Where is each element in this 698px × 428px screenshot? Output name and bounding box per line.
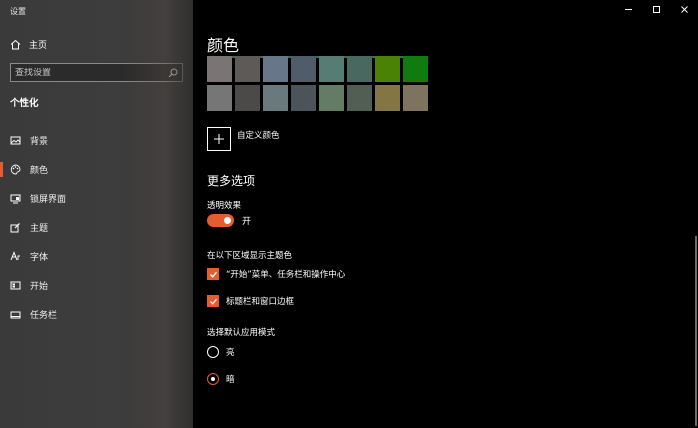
sidebar-nav: 背景 颜色 锁屏界面 主题 字体 开始 任务栏	[0, 126, 193, 329]
dark-mode-option[interactable]: 暗	[207, 373, 235, 385]
color-swatch[interactable]	[319, 56, 344, 82]
color-swatch[interactable]	[207, 56, 232, 82]
color-swatch[interactable]	[403, 56, 428, 82]
close-button[interactable]	[670, 0, 698, 18]
close-icon	[680, 5, 688, 13]
color-swatch[interactable]	[375, 85, 400, 111]
radio-label: 亮	[226, 348, 235, 358]
sidebar-item-label: 任务栏	[30, 311, 58, 321]
color-swatch[interactable]	[235, 85, 260, 111]
start-taskbar-accent-row: “开始”菜单、任务栏和操作中心	[207, 268, 345, 280]
radio-label: 暗	[226, 375, 235, 385]
color-swatch[interactable]	[319, 85, 344, 111]
sidebar-item-label: 主题	[30, 224, 49, 234]
section-title: 个性化	[10, 98, 39, 109]
home-label: 主页	[29, 41, 48, 51]
color-swatch[interactable]	[347, 56, 372, 82]
dark-mode-radio[interactable]	[207, 373, 219, 385]
sidebar-item-label: 颜色	[30, 166, 49, 176]
sidebar-item-label: 背景	[30, 137, 49, 147]
window-controls	[614, 0, 698, 18]
search-input[interactable]	[15, 67, 167, 78]
light-mode-radio[interactable]	[207, 346, 219, 358]
maximize-icon	[652, 5, 660, 13]
checkmark-icon	[209, 271, 217, 278]
palette-icon	[10, 164, 21, 175]
taskbar-icon	[10, 309, 21, 320]
main-panel: 颜色 自定义颜色 更多选项 透明效果 开 在以下区域显示主题色 “开始”菜单、任…	[193, 0, 698, 428]
color-swatch[interactable]	[291, 85, 316, 111]
scrollbar[interactable]	[695, 236, 697, 426]
lock-screen-icon	[10, 193, 21, 204]
sidebar-item-themes[interactable]: 主题	[0, 213, 193, 242]
home-nav-item[interactable]: 主页	[10, 38, 47, 51]
checkbox-label: 标题栏和窗口边框	[226, 297, 295, 307]
color-swatch[interactable]	[263, 56, 288, 82]
sidebar-item-colors[interactable]: 颜色	[0, 155, 193, 184]
plus-icon	[207, 127, 231, 151]
transparency-toggle[interactable]	[207, 214, 234, 227]
color-swatch[interactable]	[375, 56, 400, 82]
minimize-button[interactable]	[614, 0, 642, 18]
color-swatch[interactable]	[291, 56, 316, 82]
checkmark-icon	[209, 298, 217, 305]
app-mode-label: 选择默认应用模式	[207, 328, 276, 338]
toggle-state-label: 开	[242, 217, 252, 227]
custom-color-label: 自定义颜色	[237, 131, 280, 141]
transparency-label: 透明效果	[207, 201, 242, 211]
sidebar-item-label: 锁屏界面	[30, 195, 67, 205]
more-options-heading: 更多选项	[207, 174, 256, 188]
transparency-toggle-row: 开	[207, 214, 251, 227]
start-taskbar-accent-checkbox[interactable]	[207, 268, 219, 280]
page-title: 颜色	[207, 36, 240, 55]
maximize-button[interactable]	[642, 0, 670, 18]
window-title: 设置	[10, 7, 26, 16]
light-mode-option[interactable]: 亮	[207, 346, 235, 358]
search-icon[interactable]	[167, 67, 178, 78]
minimize-icon	[624, 8, 632, 10]
sidebar: 设置 主页 个性化 背景 颜色 锁屏界面	[0, 0, 193, 428]
sidebar-item-label: 字体	[30, 253, 49, 263]
checkbox-label: “开始”菜单、任务栏和操作中心	[226, 270, 346, 280]
sidebar-item-label: 开始	[30, 282, 49, 292]
image-icon	[10, 135, 21, 146]
sidebar-item-start[interactable]: 开始	[0, 271, 193, 300]
sidebar-item-fonts[interactable]: 字体	[0, 242, 193, 271]
home-icon	[10, 39, 21, 50]
title-bars-accent-row: 标题栏和窗口边框	[207, 295, 294, 307]
color-swatch[interactable]	[235, 56, 260, 82]
sidebar-item-lock-screen[interactable]: 锁屏界面	[0, 184, 193, 213]
color-swatch[interactable]	[403, 85, 428, 111]
theme-icon	[10, 222, 21, 233]
sidebar-item-background[interactable]: 背景	[0, 126, 193, 155]
sidebar-item-taskbar[interactable]: 任务栏	[0, 300, 193, 329]
search-box[interactable]	[10, 63, 183, 82]
custom-color-button[interactable]: 自定义颜色	[207, 127, 280, 151]
color-swatch[interactable]	[263, 85, 288, 111]
accent-surfaces-label: 在以下区域显示主题色	[207, 251, 293, 261]
color-swatch-grid	[207, 56, 428, 111]
font-icon	[10, 251, 21, 262]
title-bars-accent-checkbox[interactable]	[207, 295, 219, 307]
start-icon	[10, 280, 21, 291]
color-swatch[interactable]	[207, 85, 232, 111]
color-swatch[interactable]	[347, 85, 372, 111]
